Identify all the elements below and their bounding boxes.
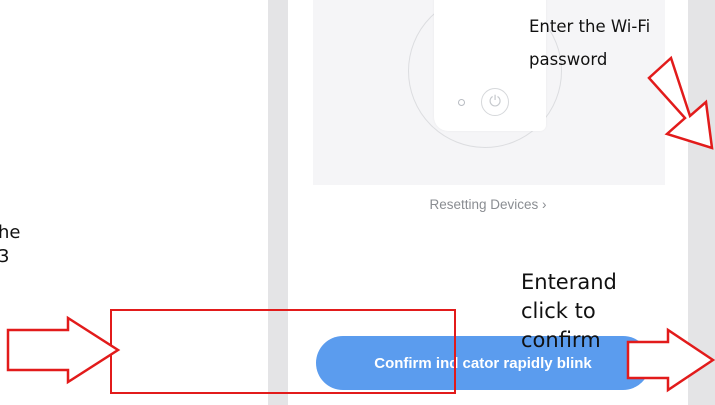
arrow-icon (626, 327, 715, 393)
arrow-icon (6, 315, 121, 385)
arrow-icon (647, 55, 714, 150)
arrow-overlay (6, 55, 715, 393)
